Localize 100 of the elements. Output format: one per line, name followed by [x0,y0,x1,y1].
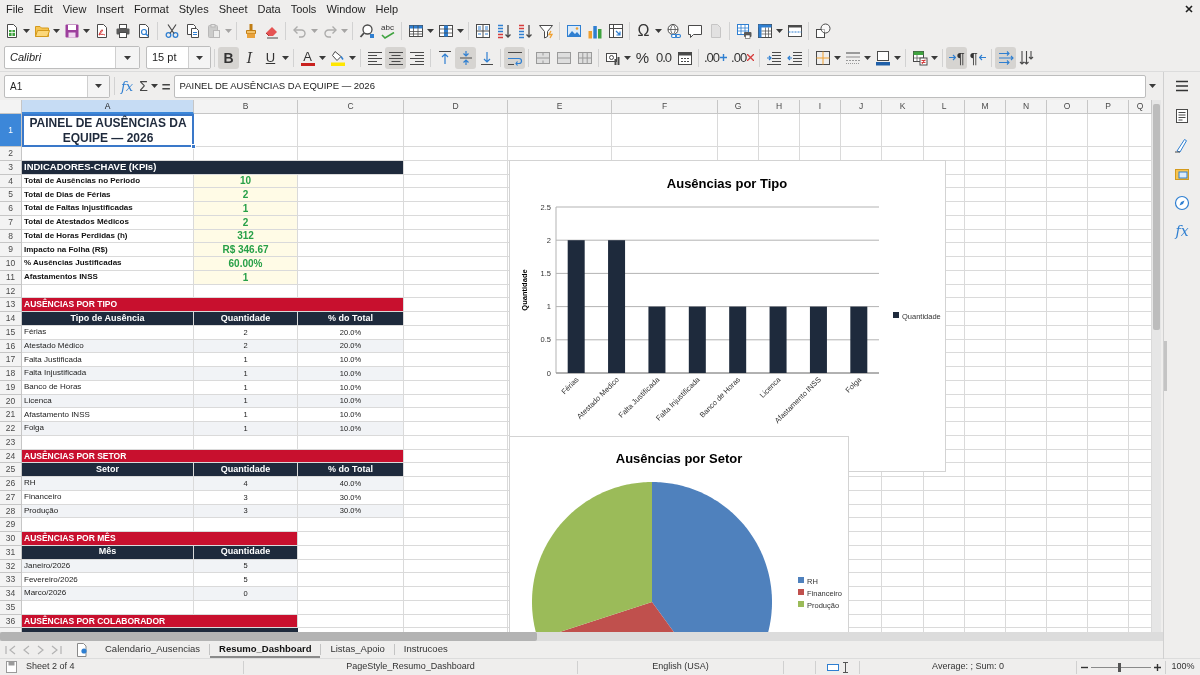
menu-item[interactable]: Window [321,1,371,17]
row-header[interactable]: 1 [0,114,22,147]
caret-icon[interactable] [150,84,158,88]
column-header[interactable]: F [612,100,718,114]
column-header[interactable]: O [1047,100,1088,114]
formula-button[interactable]: = [158,78,174,94]
column-header[interactable]: C [298,100,404,114]
formula-input[interactable]: PAINEL DE AUSÊNCIAS DA EQUIPE — 2026 [173,74,1146,98]
rtl-button[interactable]: ¶ [967,46,989,69]
caret-icon[interactable] [319,55,326,60]
row-header[interactable]: 2 [0,147,22,161]
slider-thumb[interactable] [1118,662,1122,672]
function-wizard-button[interactable]: fx [119,79,136,93]
text-cursor-icon[interactable] [841,661,849,673]
font-color-button[interactable]: A [297,46,318,69]
row-header[interactable]: 10 [0,257,22,271]
caret-icon[interactable] [1149,84,1156,88]
caret-icon[interactable] [282,55,289,60]
fill-handle[interactable] [191,144,196,149]
row-header[interactable]: 14 [0,312,22,326]
dropdown-button[interactable] [87,75,109,97]
text-ltr-button[interactable] [995,46,1017,69]
menu-item[interactable]: Help [370,1,404,17]
functions-button[interactable]: fx [1175,224,1189,238]
caret-icon[interactable] [53,29,60,33]
row-header[interactable]: 9 [0,243,22,257]
menu-item[interactable]: Edit [28,1,58,17]
delete-decimal-button[interactable]: .00 [729,46,757,69]
selection-mode-icon[interactable] [826,663,839,671]
column-header[interactable]: K [882,100,924,114]
row-header[interactable]: 21 [0,408,22,422]
sum-button[interactable]: Σ [137,79,150,93]
column-header[interactable]: D [404,100,508,114]
row-header[interactable]: 34 [0,587,22,601]
add-sheet-icon[interactable] [76,642,87,657]
compass-icon[interactable] [1174,195,1190,211]
ltr-button[interactable]: ¶ [946,46,968,69]
name-box[interactable]: A1 [4,74,110,98]
properties-icon[interactable] [1174,108,1190,124]
caret-icon[interactable] [624,55,631,60]
column-header[interactable]: E [508,100,612,114]
row-header[interactable]: 6 [0,202,22,216]
menu-item[interactable]: View [57,1,92,17]
row-header[interactable]: 26 [0,477,22,491]
sheet-tab[interactable]: Resumo_Dashboard [210,641,321,658]
column-header[interactable]: P [1088,100,1129,114]
spelling-button[interactable]: abc [377,20,398,42]
font-size-field[interactable]: 15 pt [146,46,211,69]
column-header[interactable]: Q [1129,100,1152,114]
underline-button[interactable]: U [260,46,281,69]
menu-item[interactable]: Styles [173,1,214,17]
bold-button[interactable]: B [218,46,239,69]
row-header[interactable]: 17 [0,353,22,367]
column-header[interactable]: H [759,100,800,114]
plus-icon[interactable] [1154,663,1161,671]
zoom-level[interactable]: 100% [1171,660,1195,674]
brush-icon[interactable] [1174,137,1190,153]
row-header[interactable]: 22 [0,422,22,436]
menu-icon[interactable] [1176,80,1188,92]
column-header[interactable]: I [800,100,841,114]
caret-icon[interactable] [349,55,356,60]
row-header[interactable]: 30 [0,532,22,546]
column-header[interactable]: G [718,100,759,114]
menu-item[interactable]: Sheet [213,1,253,17]
menu-item[interactable]: Data [252,1,286,17]
percent-button[interactable]: % [632,46,653,69]
horizontal-scrollbar[interactable] [0,632,1163,641]
column-header[interactable]: L [924,100,965,114]
sheet-tab[interactable]: Calendario_Ausencias [96,641,210,658]
caret-icon[interactable] [427,29,434,33]
column-header[interactable]: A [22,100,194,114]
align-center-button[interactable] [385,46,406,69]
column-header[interactable]: B [194,100,298,114]
special-character-button[interactable]: Ω [633,20,654,42]
menu-item[interactable]: Format [128,1,174,17]
decimal-button[interactable]: 0.0 [653,46,674,69]
caret-icon[interactable] [894,55,902,60]
row-header[interactable]: 29 [0,518,22,532]
row-header[interactable]: 5 [0,188,22,202]
vertical-scrollbar[interactable] [1152,100,1161,632]
menu-item[interactable]: File [1,1,29,17]
sidebar-collapse-handle[interactable] [1164,341,1167,391]
document-status-icon[interactable] [6,661,17,673]
menu-item[interactable]: Insert [91,1,129,17]
close-icon[interactable] [1185,5,1193,13]
add-decimal-button[interactable]: .00 [702,46,730,69]
italic-button[interactable]: I [239,46,260,69]
row-header[interactable]: 25 [0,463,22,477]
caret-icon[interactable] [931,55,939,60]
scrollbar-thumb[interactable] [1153,104,1160,330]
caret-icon[interactable] [655,29,662,33]
language[interactable]: English (USA) [652,660,709,674]
sheet-tab[interactable]: Instrucoes [394,641,457,658]
scrollbar-thumb[interactable] [0,632,537,641]
caret-icon[interactable] [23,29,30,33]
caret-icon[interactable] [776,29,783,33]
menu-item[interactable]: Tools [285,1,322,17]
dropdown-button[interactable] [188,47,210,68]
column-header[interactable]: J [841,100,882,114]
caret-icon[interactable] [834,55,842,60]
